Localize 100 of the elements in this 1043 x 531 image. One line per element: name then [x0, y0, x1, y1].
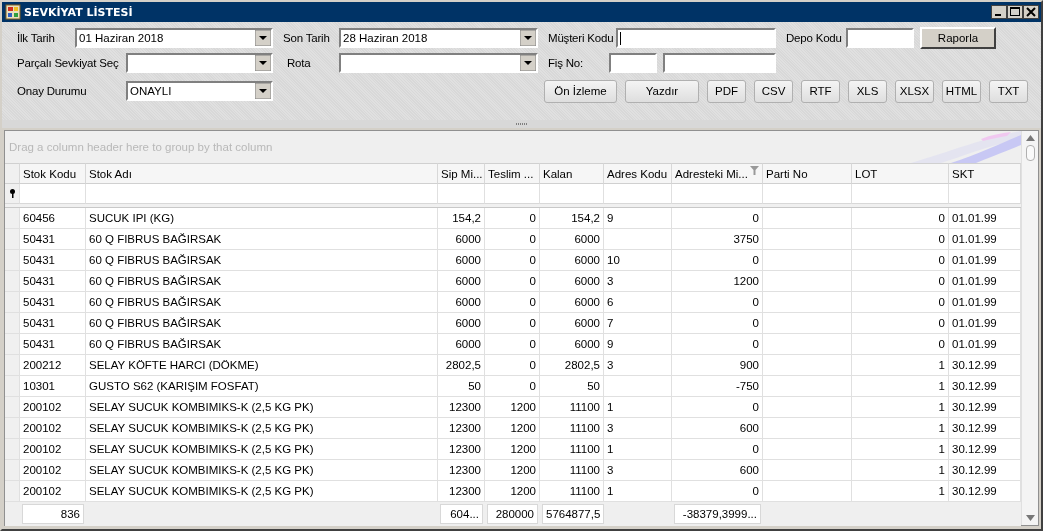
- field-label: Depo Kodu: [786, 32, 843, 44]
- row-indicator[interactable]: [5, 271, 20, 292]
- table-cell: 200102: [20, 418, 86, 439]
- table-cell: 10: [604, 250, 672, 271]
- export-button[interactable]: XLS: [848, 79, 887, 103]
- export-button[interactable]: RTF: [801, 79, 840, 103]
- row-indicator[interactable]: [5, 292, 20, 313]
- column-header[interactable]: Stok Adı: [86, 163, 438, 184]
- scrollbar[interactable]: [1021, 131, 1038, 525]
- scroll-up-icon[interactable]: [1025, 135, 1035, 141]
- dropdown[interactable]: 28 Haziran 2018: [339, 28, 538, 48]
- table-cell: 1: [852, 460, 949, 481]
- dropdown-arrow-icon[interactable]: [520, 55, 536, 71]
- row-indicator[interactable]: [5, 439, 20, 460]
- table-cell: 50431: [20, 334, 86, 355]
- table-cell: 3: [604, 271, 672, 292]
- app-icon: [5, 4, 21, 20]
- input-field[interactable]: [609, 53, 657, 73]
- table-cell: SELAY KÖFTE HARCI (DÖKME): [86, 355, 438, 376]
- filter-icon[interactable]: [750, 166, 759, 175]
- dropdown[interactable]: 01 Haziran 2018: [75, 28, 273, 48]
- export-button[interactable]: Yazdır: [625, 79, 699, 103]
- row-indicator[interactable]: [5, 418, 20, 439]
- row-indicator[interactable]: [5, 229, 20, 250]
- minimize-button[interactable]: [991, 5, 1007, 19]
- table-cell: 12300: [438, 460, 485, 481]
- table-cell: 6000: [540, 313, 604, 334]
- row-indicator[interactable]: [5, 376, 20, 397]
- table-cell: 1: [852, 355, 949, 376]
- input-field[interactable]: [616, 28, 776, 48]
- table-cell: 11100: [540, 418, 604, 439]
- table-cell: 1200: [485, 418, 540, 439]
- table-cell: 6000: [540, 271, 604, 292]
- table-cell: 6000: [438, 229, 485, 250]
- table-cell: GUSTO S62 (KARIŞIM FOSFAT): [86, 376, 438, 397]
- row-indicator[interactable]: [5, 460, 20, 481]
- export-button[interactable]: Ön İzleme: [544, 79, 617, 103]
- table-cell: 0: [485, 208, 540, 229]
- table-cell: 0: [485, 250, 540, 271]
- dropdown[interactable]: ONAYLI: [126, 81, 273, 101]
- dropdown[interactable]: [339, 53, 538, 73]
- close-button[interactable]: [1023, 5, 1039, 19]
- table-cell: 0: [485, 313, 540, 334]
- table-cell: 6000: [540, 229, 604, 250]
- column-header[interactable]: Adres Kodu: [604, 163, 672, 184]
- row-indicator[interactable]: [5, 481, 20, 502]
- dropdown-arrow-icon[interactable]: [255, 83, 271, 99]
- scroll-down-icon[interactable]: [1025, 515, 1035, 521]
- summary-cell: 604...: [440, 504, 483, 524]
- table-cell: 9: [604, 334, 672, 355]
- table-cell: [604, 376, 672, 397]
- row-indicator[interactable]: [5, 250, 20, 271]
- table-cell: 600: [672, 460, 763, 481]
- table-cell: 0: [485, 334, 540, 355]
- export-button[interactable]: CSV: [754, 79, 793, 103]
- row-indicator[interactable]: [5, 208, 20, 229]
- table-cell: 60 Q FIBRUS BAĞIRSAK: [86, 313, 438, 334]
- export-button[interactable]: XLSX: [895, 79, 934, 103]
- table-cell: 3: [604, 460, 672, 481]
- column-header[interactable]: Stok Kodu: [20, 163, 86, 184]
- input-field[interactable]: [846, 28, 914, 48]
- table-cell: 0: [672, 334, 763, 355]
- input-field[interactable]: [663, 53, 776, 73]
- table-cell: 2802,5: [540, 355, 604, 376]
- table-cell: 6000: [540, 250, 604, 271]
- dropdown-arrow-icon[interactable]: [255, 55, 271, 71]
- table-cell: 1: [852, 376, 949, 397]
- row-indicator[interactable]: [5, 334, 20, 355]
- column-header[interactable]: Teslim ...: [485, 163, 540, 184]
- summary-cell: 5764877,5: [542, 504, 605, 524]
- report-button[interactable]: Raporla: [920, 27, 996, 49]
- column-header[interactable]: LOT: [852, 163, 949, 184]
- dropdown-arrow-icon[interactable]: [255, 30, 271, 46]
- column-header[interactable]: Parti No: [763, 163, 852, 184]
- export-button[interactable]: TXT: [989, 79, 1028, 103]
- table-cell: 11100: [540, 439, 604, 460]
- row-indicator[interactable]: [5, 397, 20, 418]
- table-cell: 1200: [485, 397, 540, 418]
- maximize-button[interactable]: [1007, 5, 1023, 19]
- table-cell: SELAY SUCUK KOMBIMIKS-K (2,5 KG PK): [86, 460, 438, 481]
- table-cell: 200212: [20, 355, 86, 376]
- column-header[interactable]: Kalan: [540, 163, 604, 184]
- dropdown[interactable]: [126, 53, 273, 73]
- column-header[interactable]: Adresteki Mi...: [672, 163, 763, 184]
- scroll-thumb[interactable]: [1025, 145, 1035, 161]
- column-header[interactable]: Sip Mi...: [438, 163, 485, 184]
- export-button[interactable]: HTML: [942, 79, 981, 103]
- row-indicator[interactable]: [5, 313, 20, 334]
- table-cell: 6000: [438, 313, 485, 334]
- table-cell: 50: [438, 376, 485, 397]
- table-cell: 6000: [438, 292, 485, 313]
- dropdown-arrow-icon[interactable]: [520, 30, 536, 46]
- table-cell: 154,2: [438, 208, 485, 229]
- table-cell: 6000: [438, 271, 485, 292]
- table-cell: 3: [604, 418, 672, 439]
- export-button[interactable]: PDF: [707, 79, 746, 103]
- row-indicator[interactable]: [5, 355, 20, 376]
- table-cell: 60 Q FIBRUS BAĞIRSAK: [86, 271, 438, 292]
- table-cell: 9: [604, 208, 672, 229]
- table-cell: 0: [852, 334, 949, 355]
